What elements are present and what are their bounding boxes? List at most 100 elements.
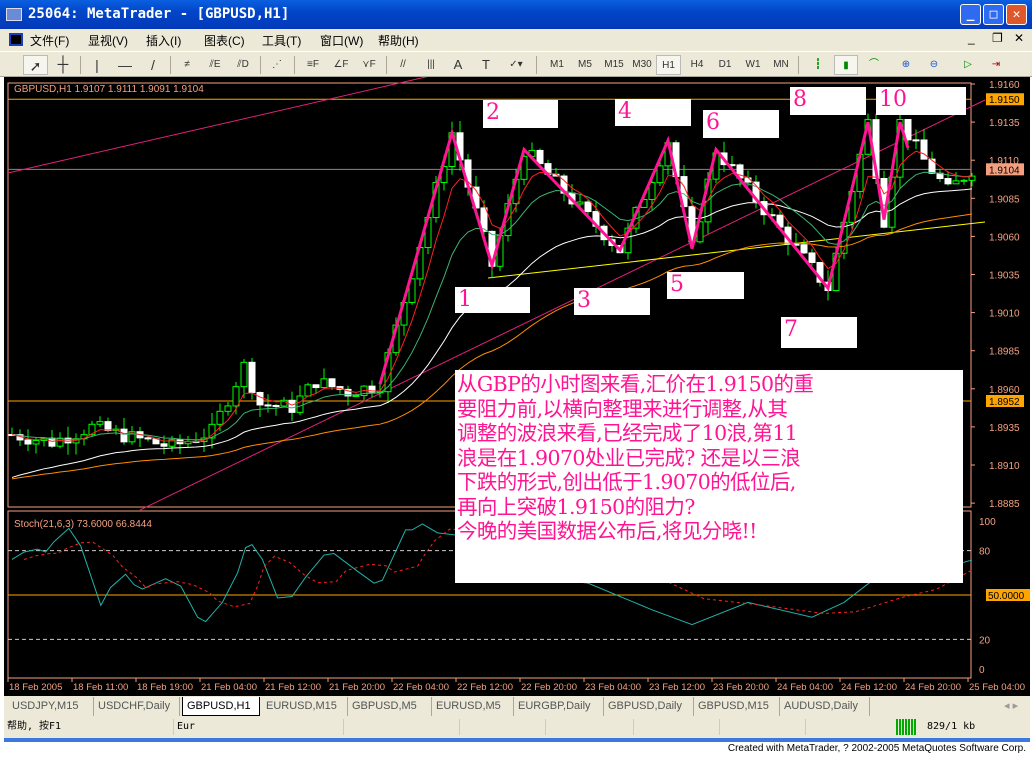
minimize-button[interactable]: _: [960, 4, 981, 25]
tab-eurusd-m5[interactable]: EURUSD,M5: [432, 697, 514, 716]
text-label-icon[interactable]: T: [476, 55, 496, 75]
app-icon: [6, 8, 22, 21]
candle-body: [32, 439, 40, 445]
price-tick-label: 1.8910: [989, 461, 1020, 472]
candle-body: [264, 404, 272, 407]
fibo-fan-icon[interactable]: ∠F: [330, 55, 352, 75]
status-help: 帮助, 按F1: [4, 719, 174, 735]
tab-gbpusd-h1[interactable]: GBPUSD,H1: [182, 697, 260, 716]
menu-help[interactable]: 帮助(H): [378, 32, 419, 49]
menu-bar: 文件(F) 显视(V) 插入(I) 图表(C) 工具(T) 窗口(W) 帮助(H…: [0, 29, 1032, 51]
time-tick-label: 22 Feb 04:00: [393, 682, 449, 693]
autoscroll-icon[interactable]: ▷: [956, 55, 980, 75]
tab-usdjpy-m15[interactable]: USDJPY,M15: [8, 697, 94, 716]
maximize-button[interactable]: □: [983, 4, 1004, 25]
candle-body: [576, 201, 584, 205]
candle-body: [328, 378, 336, 388]
price-tick-label: 1.9160: [989, 80, 1020, 91]
candle-body: [928, 158, 936, 174]
candle-body: [216, 410, 224, 425]
time-tick-label: 22 Feb 12:00: [457, 682, 513, 693]
candle-body: [96, 421, 104, 425]
cursor-tool-icon[interactable]: ➚: [23, 55, 48, 75]
candle-body: [952, 180, 960, 185]
cycle-lines-icon[interactable]: //: [392, 55, 414, 75]
candle-body: [296, 395, 304, 413]
bar-chart-icon[interactable]: ┇: [806, 55, 830, 75]
tf-h1[interactable]: H1: [656, 55, 681, 75]
menu-tools[interactable]: 工具(T): [262, 32, 301, 49]
candle-body: [352, 394, 360, 397]
crosshair-icon[interactable]: ┼: [52, 55, 74, 75]
tab-gbpusd-m15[interactable]: GBPUSD,M15: [694, 697, 780, 716]
tab-audusd-daily[interactable]: AUDUSD,Daily: [780, 697, 870, 716]
tab-eurgbp-daily[interactable]: EURGBP,Daily: [514, 697, 604, 716]
menu-file[interactable]: 文件(F): [30, 32, 69, 49]
menu-window[interactable]: 窗口(W): [320, 32, 363, 49]
candle-body: [144, 437, 152, 440]
menu-insert[interactable]: 插入(I): [146, 32, 181, 49]
fibo-retracement-icon[interactable]: ≡F: [302, 55, 324, 75]
wave-label-8: 8: [790, 87, 866, 115]
tf-m15[interactable]: M15: [601, 55, 627, 75]
candle-body: [536, 149, 544, 165]
vertical-line-icon[interactable]: |: [88, 55, 106, 75]
wave-label-6: 6: [703, 110, 779, 138]
stoch-tick-label: 100: [979, 517, 996, 528]
candle-body: [800, 244, 808, 254]
time-lines-icon[interactable]: |||: [420, 55, 442, 75]
candlestick-chart-icon[interactable]: ▮: [834, 55, 858, 75]
tab-eurusd-m15[interactable]: EURUSD,M15: [262, 697, 348, 716]
wave-label-1: 1: [455, 287, 530, 313]
stoch-tick-label: 20: [979, 635, 991, 646]
mdi-minimize-button[interactable]: _: [968, 31, 975, 45]
time-tick-label: 22 Feb 20:00: [521, 682, 577, 693]
price-tick-label: 1.8935: [989, 423, 1020, 434]
tf-w1[interactable]: W1: [741, 55, 765, 75]
close-button[interactable]: ✕: [1006, 4, 1027, 25]
tab-usdchf-daily[interactable]: USDCHF,Daily: [94, 697, 180, 716]
chart-shift-icon[interactable]: ⇥: [984, 55, 1008, 75]
price-tick-label: 1.8885: [989, 499, 1020, 510]
candle-body: [912, 139, 920, 142]
tf-m5[interactable]: M5: [573, 55, 597, 75]
fibo-arcs-icon[interactable]: ⋎F: [358, 55, 380, 75]
trendline-icon[interactable]: /: [142, 55, 164, 75]
zoom-in-icon[interactable]: ⊕: [894, 55, 918, 75]
equidistant-channel-icon[interactable]: ⫽E: [204, 55, 226, 75]
candle-body: [320, 378, 328, 389]
stoch-marker-label: 50.0000: [988, 591, 1025, 602]
candle-body: [104, 421, 112, 431]
mdi-close-button[interactable]: ✕: [1014, 31, 1024, 45]
tf-d1[interactable]: D1: [713, 55, 737, 75]
price-tick-label: 1.9035: [989, 271, 1020, 282]
tab-gbpusd-daily[interactable]: GBPUSD,Daily: [604, 697, 694, 716]
tf-m30[interactable]: M30: [629, 55, 655, 75]
chart-header: GBPUSD,H1 1.9107 1.9111 1.9091 1.9104: [14, 84, 204, 95]
zoom-out-icon[interactable]: ⊖: [922, 55, 946, 75]
analysis-note: 从GBP的小时图来看,汇价在1.9150的重 要阻力前,以横向整理来进行调整,从…: [455, 370, 963, 583]
stddev-channel-icon[interactable]: ⫽D: [232, 55, 254, 75]
footer-credit: Created with MetaTrader, ? 2002-2005 Met…: [727, 743, 1026, 754]
tf-h4[interactable]: H4: [685, 55, 709, 75]
time-tick-label: 21 Feb 12:00: [265, 682, 321, 693]
tf-m1[interactable]: M1: [545, 55, 569, 75]
channel-icon[interactable]: ≠: [176, 55, 198, 75]
candle-body: [288, 399, 296, 413]
candle-body: [944, 178, 952, 185]
menu-charts[interactable]: 图表(C): [204, 32, 245, 49]
wave-label-2: 2: [483, 100, 558, 128]
wave-label-3: 3: [574, 288, 650, 315]
text-icon[interactable]: A: [448, 55, 468, 75]
menu-view[interactable]: 显视(V): [88, 32, 128, 49]
line-chart-icon[interactable]: ⌒: [862, 55, 886, 75]
connection-status-icon: [896, 719, 916, 735]
mdi-restore-button[interactable]: ❐: [992, 31, 1003, 45]
arrows-dropdown-icon[interactable]: ✓▾: [504, 55, 528, 75]
tab-gbpusd-m5[interactable]: GBPUSD,M5: [348, 697, 432, 716]
toolbar: ➚ ┼ | — / ≠ ⫽E ⫽D ⋰ ≡F ∠F ⋎F // ||| A T …: [0, 51, 1032, 77]
gann-fan-icon[interactable]: ⋰: [266, 55, 288, 75]
tf-mn[interactable]: MN: [769, 55, 793, 75]
tab-scroll-arrows-icon[interactable]: ◂ ▸: [1004, 699, 1018, 712]
horizontal-line-icon[interactable]: —: [114, 55, 136, 75]
